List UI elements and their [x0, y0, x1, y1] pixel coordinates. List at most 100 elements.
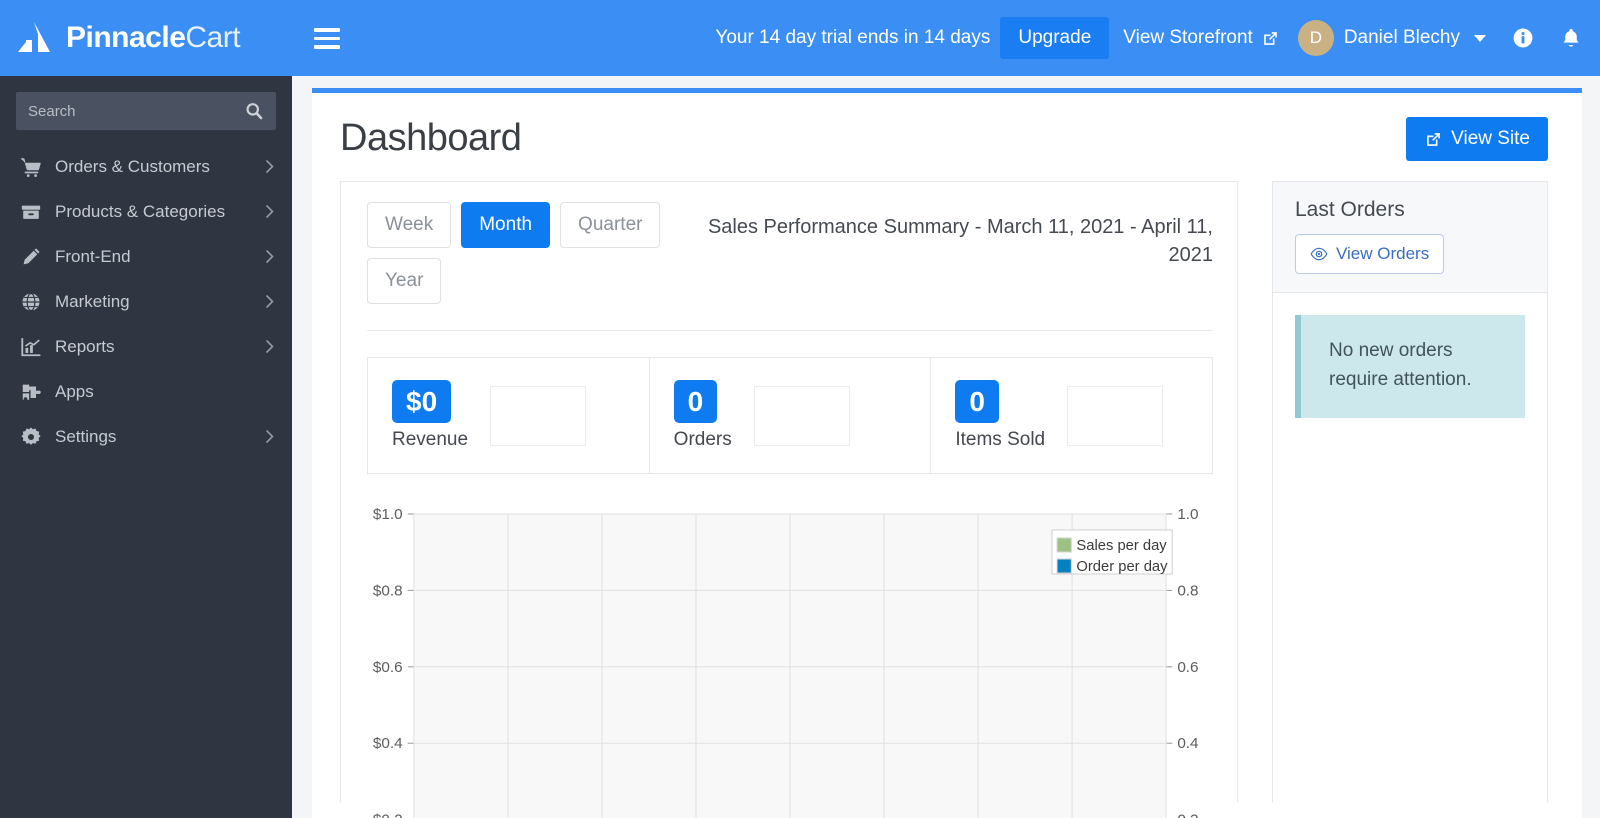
- svg-text:Sales per day: Sales per day: [1076, 538, 1167, 554]
- svg-text:$0.2: $0.2: [373, 812, 403, 818]
- chevron-right-icon: [266, 430, 274, 443]
- view-orders-button[interactable]: View Orders: [1295, 234, 1445, 274]
- view-storefront-link[interactable]: View Storefront: [1123, 27, 1280, 49]
- brand-name-bold: Pinnacle: [66, 21, 186, 54]
- svg-text:1.0: 1.0: [1177, 506, 1198, 523]
- summary-title: Sales Performance Summary - March 11, 20…: [707, 216, 1213, 266]
- cart-icon: [20, 157, 41, 177]
- sidebar-item-label: Apps: [55, 381, 94, 401]
- sidebar-item-front-end[interactable]: Front-End: [0, 234, 292, 279]
- sidebar-item-settings[interactable]: Settings: [0, 414, 292, 459]
- avatar: D: [1297, 20, 1334, 56]
- chevron-right-icon: [266, 340, 274, 353]
- puzzle-icon: [22, 384, 41, 400]
- upgrade-button[interactable]: Upgrade: [1000, 17, 1110, 59]
- svg-text:$0.8: $0.8: [373, 583, 403, 600]
- sidebar-item-apps[interactable]: Apps: [0, 369, 292, 414]
- stat-value-badge: $0: [392, 380, 452, 423]
- pencil-icon: [23, 247, 40, 264]
- brand-logo[interactable]: PinnacleCart: [0, 0, 292, 76]
- stat-label: Orders: [673, 429, 732, 450]
- content-area: Dashboard View Site Week Month Quarter Y…: [292, 76, 1600, 818]
- stat-orders: 0 Orders: [650, 358, 932, 473]
- view-site-label: View Site: [1451, 128, 1530, 149]
- stat-content: $0 Revenue: [392, 380, 468, 451]
- search-icon[interactable]: [244, 101, 264, 121]
- stat-revenue: $0 Revenue: [368, 358, 650, 473]
- sidebar: PinnacleCart Orders & Customers: [0, 0, 292, 818]
- main-area: Your 14 day trial ends in 14 days Upgrad…: [292, 0, 1600, 818]
- period-month-button[interactable]: Month: [461, 202, 551, 248]
- sidebar-item-label: Orders & Customers: [55, 156, 210, 176]
- user-name: Daniel Blechy: [1343, 27, 1460, 48]
- section-divider: [367, 330, 1213, 331]
- period-selector: Week Month Quarter Year: [367, 202, 667, 304]
- sparkline-placeholder: [1067, 385, 1164, 446]
- period-week-button[interactable]: Week: [367, 202, 452, 248]
- svg-text:Order per day: Order per day: [1076, 559, 1168, 575]
- no-orders-alert: No new orders require attention.: [1295, 315, 1525, 418]
- sparkline-placeholder: [490, 385, 587, 446]
- stat-content: 0 Items Sold: [955, 380, 1045, 451]
- stat-label: Items Sold: [955, 429, 1046, 450]
- stat-value-badge: 0: [955, 380, 999, 423]
- chevron-right-icon: [266, 295, 274, 308]
- sidebar-item-products-categories[interactable]: Products & Categories: [0, 189, 292, 234]
- period-quarter-button[interactable]: Quarter: [560, 202, 661, 248]
- last-orders-title: Last Orders: [1295, 198, 1405, 221]
- triangle-logo-icon: [18, 22, 50, 52]
- sidebar-item-marketing[interactable]: Marketing: [0, 279, 292, 324]
- gear-icon: [21, 426, 41, 445]
- chart-line-icon: [21, 337, 41, 356]
- view-site-button[interactable]: View Site: [1406, 117, 1548, 161]
- svg-text:$0.6: $0.6: [373, 659, 403, 676]
- svg-text:$1.0: $1.0: [373, 506, 403, 523]
- sidebar-item-label: Front-End: [55, 246, 131, 266]
- last-orders-body: No new orders require attention.: [1273, 293, 1547, 418]
- svg-text:0.2: 0.2: [1177, 812, 1198, 818]
- globe-icon: [22, 292, 40, 311]
- sidebar-item-reports[interactable]: Reports: [0, 324, 292, 369]
- view-orders-label: View Orders: [1336, 244, 1430, 263]
- dashboard-columns: Week Month Quarter Year Sales Performanc…: [340, 181, 1548, 818]
- page-title: Dashboard: [340, 117, 522, 159]
- trial-notice: Your 14 day trial ends in 14 days: [715, 27, 991, 48]
- svg-text:0.6: 0.6: [1177, 659, 1198, 676]
- search-input[interactable]: [28, 102, 244, 120]
- svg-text:0.8: 0.8: [1177, 583, 1198, 600]
- chevron-right-icon: [266, 160, 274, 173]
- stat-value-badge: 0: [673, 380, 718, 423]
- stat-label: Revenue: [392, 429, 469, 450]
- chevron-right-icon: [266, 250, 274, 263]
- view-storefront-label: View Storefront: [1123, 27, 1253, 48]
- sidebar-item-label: Products & Categories: [55, 201, 226, 221]
- stats-row: $0 Revenue 0 Orders 0 Items Sold: [367, 357, 1213, 474]
- top-navbar: Your 14 day trial ends in 14 days Upgrad…: [292, 0, 1600, 76]
- dashboard-card: Dashboard View Site Week Month Quarter Y…: [312, 88, 1582, 818]
- sidebar-nav: Orders & Customers Products & Categories…: [0, 144, 292, 459]
- brand-name: PinnacleCart: [66, 21, 241, 55]
- sidebar-item-label: Reports: [55, 336, 115, 356]
- page-header: Dashboard View Site: [340, 117, 1548, 161]
- period-year-button[interactable]: Year: [367, 258, 442, 304]
- search-box[interactable]: [16, 92, 276, 130]
- stat-content: 0 Orders: [673, 380, 732, 451]
- sparkline-placeholder: [753, 385, 850, 446]
- chevron-right-icon: [266, 205, 274, 218]
- hamburger-icon[interactable]: [314, 28, 340, 49]
- last-orders-header: Last Orders View Orders: [1273, 182, 1547, 293]
- sidebar-item-label: Settings: [55, 426, 117, 446]
- external-link-icon: [1263, 31, 1277, 45]
- eye-icon: [1310, 247, 1328, 261]
- sales-chart: $0.2 0.2 $0.4 0.4 $0.6 0.6 $0.8 0.8 $1.0 1.0 Sales…: [367, 496, 1213, 818]
- last-orders-panel: Last Orders View Orders No new orders re…: [1272, 181, 1548, 802]
- sales-performance-panel: Week Month Quarter Year Sales Performanc…: [340, 181, 1238, 818]
- sales-chart-svg: $0.2 0.2 $0.4 0.4 $0.6 0.6 $0.8 0.8 $1.0 1.0 Sales…: [373, 506, 1199, 818]
- info-circle-icon[interactable]: [1512, 27, 1534, 49]
- user-menu[interactable]: D Daniel Blechy: [1297, 20, 1486, 56]
- bell-icon[interactable]: [1560, 27, 1582, 49]
- topbar-right-group: Your 14 day trial ends in 14 days Upgrad…: [715, 17, 1582, 59]
- period-row: Week Month Quarter Year Sales Performanc…: [367, 202, 1213, 304]
- sidebar-search: [0, 76, 292, 140]
- sidebar-item-orders-customers[interactable]: Orders & Customers: [0, 144, 292, 189]
